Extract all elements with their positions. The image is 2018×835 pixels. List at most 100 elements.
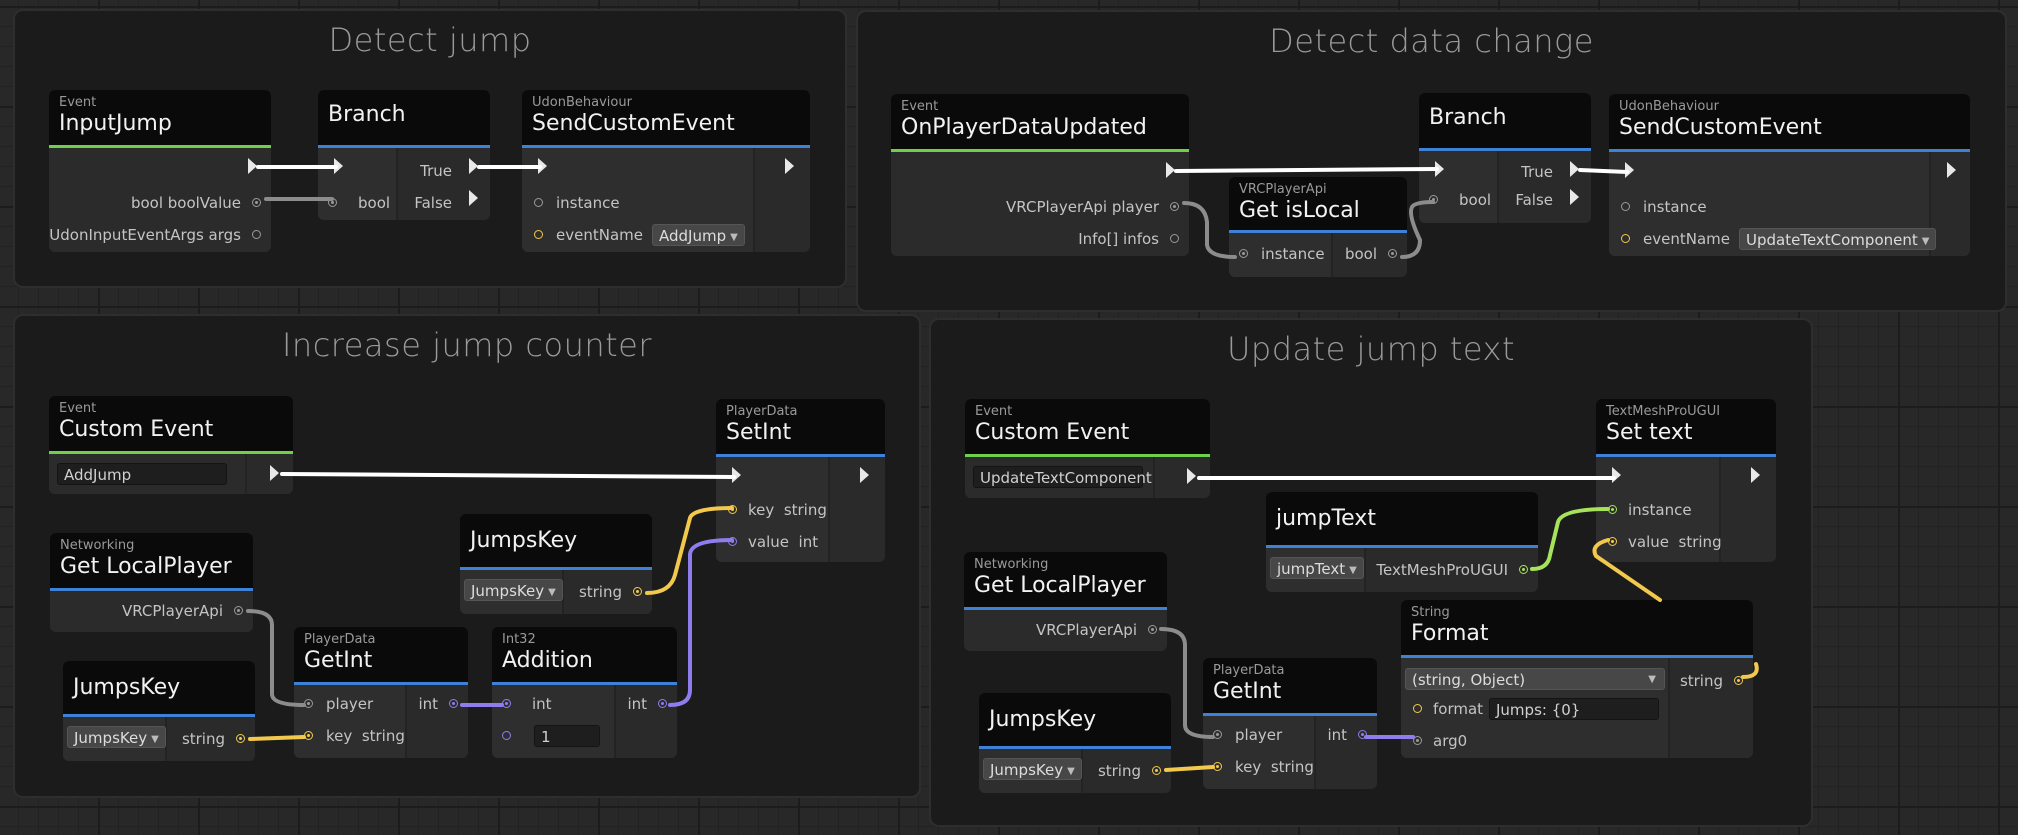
output-player-label: VRCPlayerApi (121, 602, 223, 620)
node-jumps-key-variable[interactable]: JumpsKey JumpsKey ▼ string (63, 661, 255, 761)
input-port-instance[interactable] (1608, 505, 1617, 514)
input-port-format[interactable] (1413, 704, 1422, 713)
output-port-player[interactable] (1170, 202, 1179, 211)
variable-dropdown[interactable]: JumpsKey ▼ (464, 579, 563, 601)
flow-out-port[interactable] (785, 158, 794, 174)
input-port-event-name[interactable] (1621, 234, 1630, 243)
node-get-int[interactable]: PlayerData GetInt player key string int (1203, 658, 1377, 789)
node-category: VRCPlayerApi (1239, 182, 1327, 197)
output-port-int[interactable] (449, 699, 458, 708)
input-port-player[interactable] (304, 699, 313, 708)
node-send-custom-event[interactable]: UdonBehaviour SendCustomEvent instance e… (1609, 94, 1970, 256)
flow-in-port[interactable] (538, 158, 547, 174)
node-string-format[interactable]: String Format (string, Object) ▼ format J… (1401, 600, 1753, 758)
flow-out-port[interactable] (1947, 162, 1956, 178)
node-jumps-key-variable[interactable]: JumpsKey JumpsKey ▼ string (460, 514, 652, 614)
output-port-string[interactable] (1734, 676, 1743, 685)
node-title: Get isLocal (1239, 198, 1360, 223)
input-port-value[interactable] (1608, 537, 1617, 546)
input-port-bool[interactable] (1429, 195, 1438, 204)
flow-out-port[interactable] (1187, 468, 1196, 484)
flow-out-true-port[interactable] (1570, 161, 1579, 177)
output-port-component[interactable] (1519, 565, 1528, 574)
input-port-int[interactable] (502, 699, 511, 708)
flow-out-port[interactable] (248, 158, 257, 174)
flow-in-port[interactable] (732, 467, 741, 483)
flow-out-port[interactable] (270, 465, 279, 481)
node-title: Branch (328, 102, 406, 127)
flow-in-port[interactable] (1435, 161, 1444, 177)
input-port-value[interactable] (728, 537, 737, 546)
input-port-event-name[interactable] (534, 230, 543, 239)
output-port-string[interactable] (236, 734, 245, 743)
overload-dropdown[interactable]: (string, Object) ▼ (1405, 668, 1665, 690)
node-set-text[interactable]: TextMeshProUGUI Set text instance value … (1596, 399, 1776, 562)
node-on-player-data-updated[interactable]: Event OnPlayerDataUpdated VRCPlayerApi p… (891, 94, 1189, 256)
flow-out-false-port[interactable] (1570, 189, 1579, 205)
output-port-int[interactable] (1358, 730, 1367, 739)
input-port-instance[interactable] (1621, 202, 1630, 211)
output-port-bool[interactable] (252, 198, 261, 207)
input-event-name-label: eventName (556, 226, 643, 244)
output-port-args[interactable] (252, 230, 261, 239)
node-get-local-player[interactable]: Networking Get LocalPlayer VRCPlayerApi (964, 552, 1167, 651)
event-name-field[interactable]: AddJump (57, 463, 227, 485)
node-get-local-player[interactable]: Networking Get LocalPlayer VRCPlayerApi (50, 533, 253, 632)
output-port-string[interactable] (1152, 766, 1161, 775)
variable-dropdown[interactable]: JumpsKey ▼ (983, 758, 1082, 780)
output-port-int[interactable] (658, 699, 667, 708)
format-value-field[interactable]: Jumps: {0} (1489, 698, 1659, 720)
flow-out-port[interactable] (1166, 162, 1175, 178)
output-port-player[interactable] (234, 606, 243, 615)
input-port-key[interactable] (728, 505, 737, 514)
node-jumps-key-variable[interactable]: JumpsKey JumpsKey ▼ string (979, 693, 1171, 793)
flow-out-true-port[interactable] (469, 158, 478, 174)
output-port-player[interactable] (1148, 625, 1157, 634)
node-set-int[interactable]: PlayerData SetInt key string value int (716, 399, 885, 562)
event-name-field[interactable]: UpdateTextComponent (973, 466, 1152, 488)
caret-down-icon: ▼ (1349, 565, 1357, 576)
node-input-jump[interactable]: Event InputJump bool boolValue UdonInput… (49, 90, 271, 252)
node-addition[interactable]: Int32 Addition int 1 int (492, 627, 677, 758)
input-port-key[interactable] (1213, 762, 1222, 771)
output-port-bool[interactable] (1388, 249, 1397, 258)
input-event-name-label: eventName (1643, 230, 1730, 248)
input-port-bool[interactable] (328, 198, 337, 207)
input-port-int-2[interactable] (502, 731, 511, 740)
input-port-instance[interactable] (534, 198, 543, 207)
node-title: JumpsKey (73, 675, 181, 700)
dropdown-value: UpdateTextComponent (1746, 231, 1918, 249)
input-port-instance[interactable] (1239, 249, 1248, 258)
node-get-int[interactable]: PlayerData GetInt player key string int (294, 627, 468, 758)
node-send-custom-event[interactable]: UdonBehaviour SendCustomEvent instance e… (522, 90, 810, 252)
node-custom-event[interactable]: Event Custom Event UpdateTextComponent (965, 399, 1210, 498)
flow-out-false-port[interactable] (469, 190, 478, 206)
input-port-player[interactable] (1213, 730, 1222, 739)
node-branch[interactable]: Branch bool True False (1419, 93, 1591, 223)
event-name-dropdown[interactable]: AddJump ▼ (652, 224, 745, 246)
output-bool-value-label: bool boolValue (130, 194, 241, 212)
output-int-label: int (627, 695, 647, 713)
flow-in-port[interactable] (1612, 467, 1621, 483)
output-player-label: VRCPlayerApi player (1006, 198, 1159, 216)
flow-in-port[interactable] (1625, 162, 1634, 178)
node-branch[interactable]: Branch bool True False (318, 90, 490, 220)
caret-down-icon: ▼ (1067, 766, 1075, 777)
node-get-is-local[interactable]: VRCPlayerApi Get isLocal instance bool (1229, 177, 1407, 277)
int-value-field[interactable]: 1 (534, 725, 600, 747)
output-args-label: UdonInputEventArgs args (49, 226, 241, 244)
flow-out-port[interactable] (1751, 467, 1760, 483)
flow-in-port[interactable] (334, 158, 343, 174)
variable-dropdown[interactable]: jumpText ▼ (1270, 557, 1364, 579)
flow-out-port[interactable] (860, 467, 869, 483)
input-key-label: key string (1235, 758, 1314, 776)
input-port-key[interactable] (304, 731, 313, 740)
output-port-string[interactable] (633, 587, 642, 596)
node-custom-event[interactable]: Event Custom Event AddJump (49, 396, 293, 494)
node-title: SendCustomEvent (1619, 115, 1822, 140)
variable-dropdown[interactable]: JumpsKey ▼ (67, 726, 166, 748)
event-name-dropdown[interactable]: UpdateTextComponent ▼ (1739, 228, 1937, 250)
node-jump-text-variable[interactable]: jumpText jumpText ▼ TextMeshProUGUI (1266, 492, 1538, 592)
input-port-arg0[interactable] (1413, 736, 1422, 745)
output-port-infos[interactable] (1170, 234, 1179, 243)
